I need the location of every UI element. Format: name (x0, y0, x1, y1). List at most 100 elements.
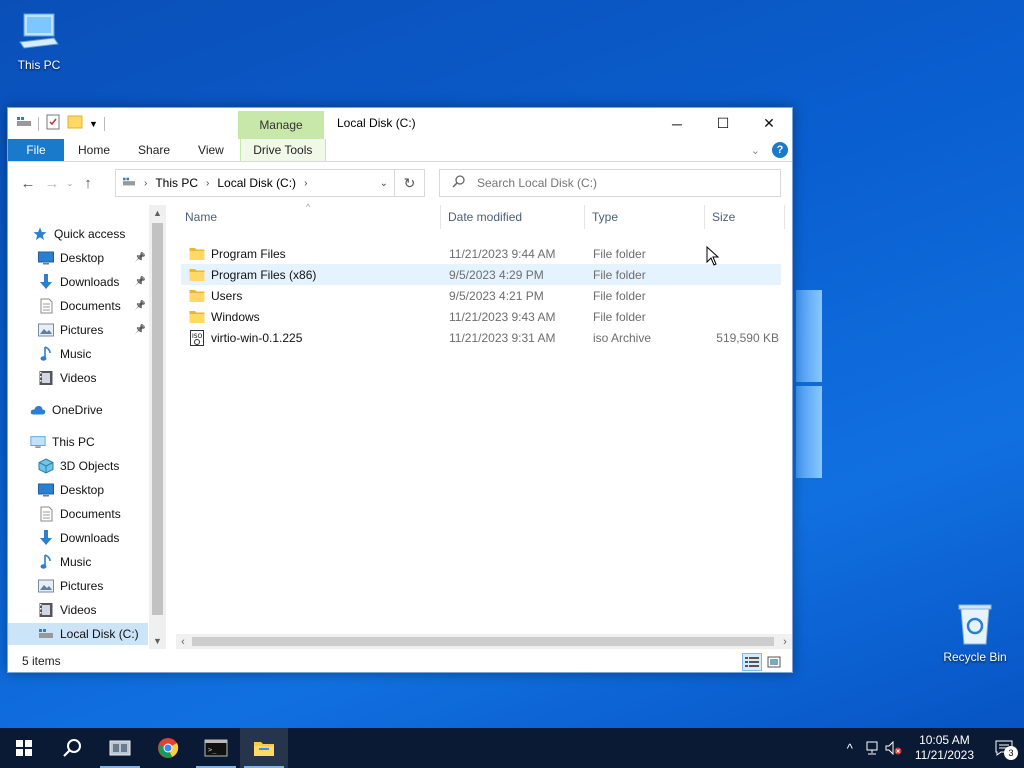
customize-toolbar-icon[interactable]: ▼ (89, 119, 98, 129)
chevron-right-icon[interactable]: › (300, 178, 311, 189)
file-name: Program Files (189, 243, 286, 264)
desktop-icon-recycle-bin[interactable]: Recycle Bin (937, 602, 1013, 664)
recent-locations-icon[interactable]: ⌄ (64, 171, 76, 195)
sidebar-item-onedrive[interactable]: OneDrive (8, 399, 148, 421)
scrollbar-thumb[interactable] (152, 223, 163, 615)
pin-icon[interactable]: 📌 (135, 252, 146, 263)
sidebar-item-quick-access[interactable]: Quick access (8, 223, 148, 245)
table-row[interactable]: ISO virtio-win-0.1.225 11/21/2023 9:31 AM i… (181, 327, 781, 348)
address-dropdown-icon[interactable]: ⌄ (380, 178, 388, 189)
file-name: Windows (189, 306, 260, 327)
sidebar-item-videos[interactable]: Videos (8, 599, 148, 621)
up-button[interactable]: ↑ (76, 171, 100, 195)
clock-date: 11/21/2023 (914, 748, 974, 762)
desktop-icon-this-pc[interactable]: This PC (1, 10, 77, 72)
sidebar-item-desktop[interactable]: Desktop (8, 479, 148, 501)
sidebar-item-documents[interactable]: Documents 📌 (8, 295, 148, 317)
tab-share[interactable]: Share (124, 139, 184, 161)
breadcrumb-this-pc[interactable]: This PC (151, 176, 202, 190)
search-input[interactable] (477, 176, 757, 190)
sidebar-item-downloads[interactable]: Downloads 📌 (8, 271, 148, 293)
expand-ribbon-icon[interactable]: ⌄ (751, 144, 760, 157)
table-row[interactable]: Users 9/5/2023 4:21 PM File folder (181, 285, 781, 306)
scroll-left-icon[interactable]: ‹ (176, 634, 190, 649)
sidebar-item-label: Downloads (60, 531, 120, 545)
document-icon (38, 506, 54, 522)
file-size: 519,590 KB (716, 330, 779, 345)
ribbon-tabs: File Home Share View Drive Tools ⌄ ? (8, 139, 792, 162)
table-row[interactable]: Program Files (x86) 9/5/2023 4:29 PM File … (181, 264, 781, 285)
tab-file[interactable]: File (8, 139, 64, 161)
pin-icon[interactable]: 📌 (135, 324, 146, 335)
minimize-button[interactable]: ─ (654, 108, 700, 139)
window-title: Local Disk (C:) (337, 116, 416, 130)
start-button[interactable] (0, 728, 48, 768)
column-header-size[interactable]: Size (705, 205, 785, 229)
column-header-date[interactable]: Date modified (441, 205, 585, 229)
breadcrumb-local-disk[interactable]: Local Disk (C:) (213, 176, 300, 190)
sidebar-item-desktop[interactable]: Desktop 📌 (8, 247, 148, 269)
sidebar-item-pictures[interactable]: Pictures 📌 (8, 319, 148, 341)
sidebar-item-pictures[interactable]: Pictures (8, 575, 148, 597)
folder-icon (254, 742, 274, 756)
sidebar-item-this-pc[interactable]: This PC (8, 431, 148, 453)
sidebar-item-music[interactable]: Music (8, 343, 148, 365)
quick-access-toolbar: ▼ (8, 108, 105, 139)
svg-text:ISO: ISO (192, 333, 203, 340)
close-button[interactable]: ✕ (746, 108, 792, 139)
table-row[interactable]: Program Files 11/21/2023 9:44 AM File fold… (181, 243, 781, 264)
scroll-right-icon[interactable]: › (778, 634, 792, 649)
action-center-button[interactable]: 3 (984, 728, 1024, 768)
column-header-type[interactable]: Type (585, 205, 705, 229)
pin-icon[interactable]: 📌 (135, 276, 146, 287)
large-icons-view-button[interactable] (764, 653, 784, 671)
properties-icon[interactable] (45, 114, 61, 133)
drive-icon (38, 626, 54, 642)
column-header-name[interactable]: Name ^ (178, 202, 441, 229)
clock[interactable]: 10:05 AM 11/21/2023 (905, 733, 984, 763)
taskbar-app-command-prompt[interactable]: >_ (192, 728, 240, 768)
cube-icon (38, 458, 54, 474)
computer-icon (17, 10, 61, 54)
file-type: File folder (593, 309, 646, 324)
maximize-button[interactable]: ☐ (700, 108, 746, 139)
pin-icon[interactable]: 📌 (135, 300, 146, 311)
tab-home[interactable]: Home (64, 139, 124, 161)
sidebar-item-local-disk-c[interactable]: Local Disk (C:) (8, 623, 148, 645)
chevron-right-icon[interactable]: › (202, 178, 213, 189)
table-row[interactable]: Windows 11/21/2023 9:43 AM File folder (181, 306, 781, 327)
refresh-button[interactable]: ↻ (394, 170, 424, 196)
sidebar-item-downloads[interactable]: Downloads (8, 527, 148, 549)
forward-button[interactable]: → (40, 171, 64, 195)
taskbar-app-server-manager[interactable] (96, 728, 144, 768)
scroll-down-icon[interactable]: ▼ (149, 633, 166, 649)
taskbar-app-chrome[interactable] (144, 728, 192, 768)
back-button[interactable]: ← (16, 171, 40, 195)
network-icon[interactable] (861, 741, 883, 755)
scroll-up-icon[interactable]: ▲ (149, 205, 166, 221)
taskbar-app-file-explorer[interactable] (240, 728, 288, 768)
sidebar-item-3d-objects[interactable]: 3D Objects (8, 455, 148, 477)
chevron-right-icon[interactable]: › (140, 178, 151, 189)
sidebar-item-music[interactable]: Music (8, 551, 148, 573)
tab-drive-tools[interactable]: Drive Tools (239, 139, 326, 161)
scrollbar-thumb[interactable] (192, 637, 774, 646)
show-hidden-icons-icon[interactable]: ^ (839, 741, 861, 756)
details-view-button[interactable] (742, 653, 762, 671)
file-size (711, 285, 779, 306)
nav-scrollbar[interactable]: ▲ ▼ (149, 205, 166, 649)
title-bar[interactable]: ▼ Manage Local Disk (C:) ─ ☐ ✕ (8, 108, 792, 139)
tab-view[interactable]: View (184, 139, 238, 161)
sidebar-item-label: 3D Objects (60, 459, 120, 473)
file-date: 11/21/2023 9:31 AM (449, 330, 556, 345)
volume-muted-icon[interactable] (883, 741, 905, 755)
search-button[interactable] (48, 728, 96, 768)
address-bar[interactable]: › This PC › Local Disk (C:) › ⌄ ↻ (115, 169, 425, 197)
new-folder-icon[interactable] (67, 114, 83, 133)
tab-manage[interactable]: Manage (238, 111, 324, 139)
search-box[interactable] (439, 169, 781, 197)
sidebar-item-documents[interactable]: Documents (8, 503, 148, 525)
help-icon[interactable]: ? (772, 142, 788, 158)
horizontal-scrollbar[interactable]: ‹ › (176, 634, 792, 649)
sidebar-item-videos[interactable]: Videos (8, 367, 148, 389)
